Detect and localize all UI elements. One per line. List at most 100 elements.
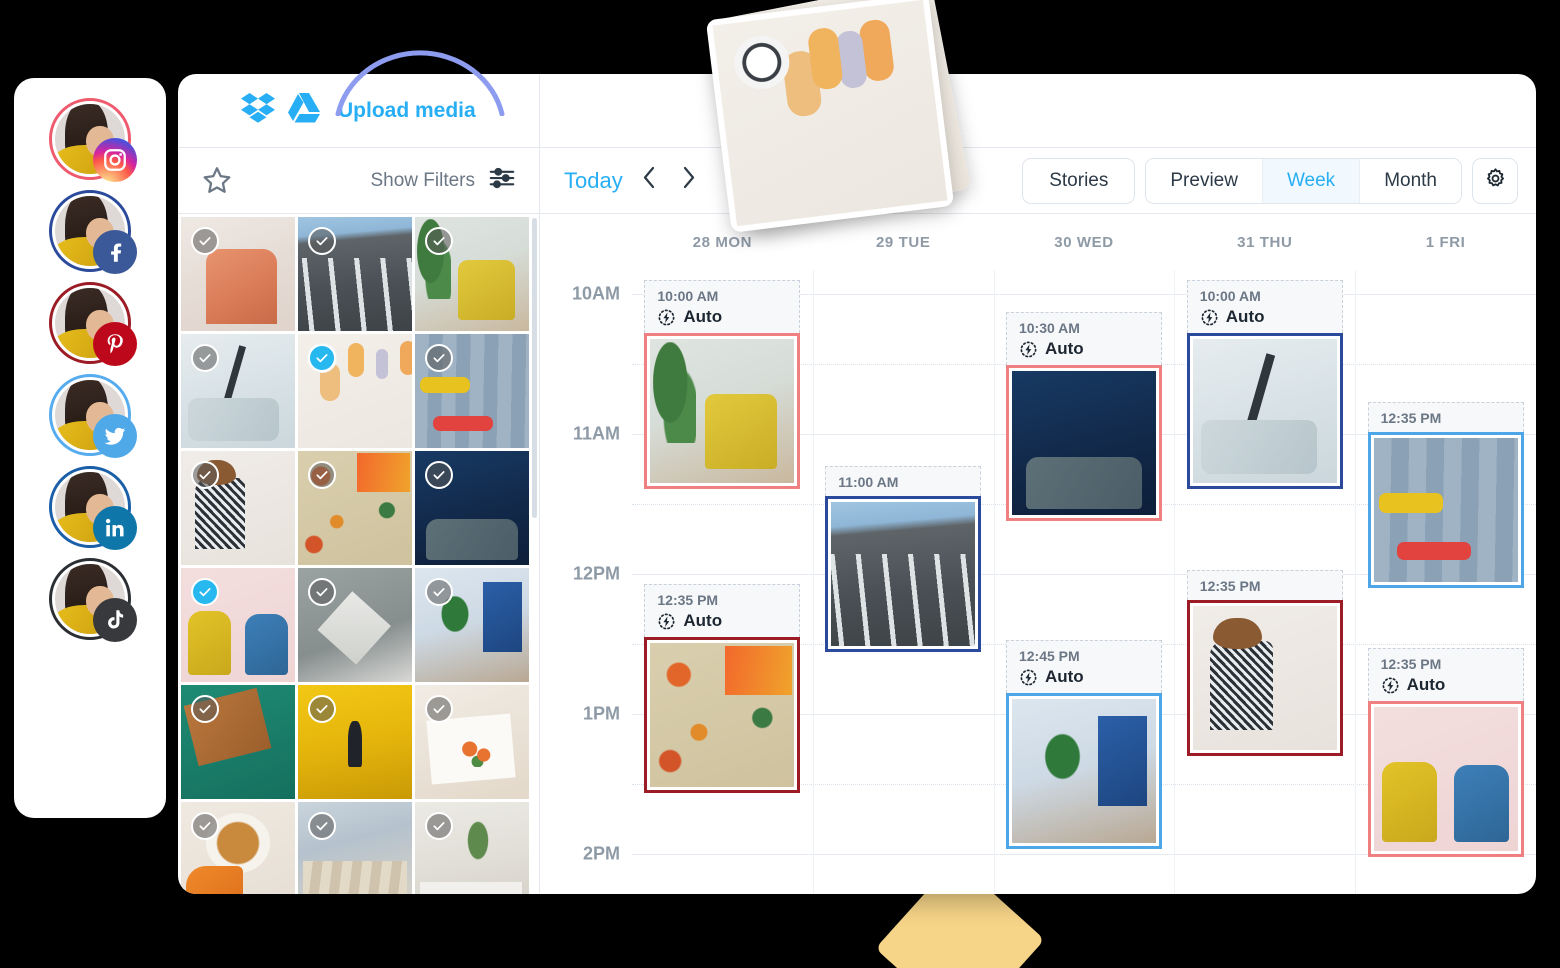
social-account-pinterest[interactable] <box>49 282 137 366</box>
media-tile[interactable] <box>298 802 412 894</box>
event-image-frame[interactable] <box>1367 701 1524 857</box>
today-button[interactable]: Today <box>564 168 623 194</box>
media-tile[interactable] <box>415 568 529 682</box>
media-thumbnail-grid[interactable] <box>178 214 539 894</box>
social-account-linkedin[interactable] <box>49 466 137 550</box>
calendar-view-preview[interactable]: Preview <box>1146 158 1263 203</box>
media-select-check-icon[interactable] <box>308 578 336 606</box>
media-select-check-icon[interactable] <box>425 344 453 372</box>
media-tile[interactable] <box>181 334 295 448</box>
media-select-check-icon[interactable] <box>425 695 453 723</box>
media-tile[interactable] <box>181 802 295 894</box>
media-select-check-icon[interactable] <box>308 461 336 489</box>
calendar-event[interactable]: 10:30 AM Auto <box>1005 312 1162 521</box>
stories-button[interactable]: Stories <box>1022 157 1136 204</box>
event-time: 11:00 AM <box>838 474 899 490</box>
media-tile[interactable] <box>415 802 529 894</box>
filter-sliders-icon[interactable] <box>487 163 517 198</box>
auto-publish-icon <box>1019 340 1038 359</box>
media-select-check-icon[interactable] <box>191 695 219 723</box>
google-drive-icon[interactable] <box>288 93 320 128</box>
event-header: 12:35 PM <box>1186 570 1343 600</box>
media-tile[interactable] <box>298 217 412 331</box>
social-account-twitter[interactable] <box>49 374 137 458</box>
calendar-event[interactable]: 10:00 AM Auto <box>644 280 801 489</box>
calendar-event[interactable]: 10:00 AM Auto <box>1186 280 1343 489</box>
day-column-4[interactable]: 12:35 PM 12:35 PM Auto <box>1355 270 1536 894</box>
day-header-0: 28 MON <box>692 233 753 251</box>
event-image-frame[interactable] <box>644 333 801 489</box>
time-label-2: 12PM <box>572 563 620 584</box>
calendar-event[interactable]: 12:35 PM Auto <box>644 584 801 793</box>
calendar-event[interactable]: 12:45 PM Auto <box>1005 640 1162 849</box>
media-select-check-icon[interactable] <box>191 461 219 489</box>
event-image-frame[interactable] <box>1367 432 1524 588</box>
event-time: 12:35 PM <box>1380 410 1442 426</box>
calendar-event[interactable]: 12:35 PM Auto <box>1367 648 1524 857</box>
media-tile[interactable] <box>181 568 295 682</box>
event-image <box>1192 606 1337 750</box>
calendar-event[interactable]: 11:00 AM <box>825 466 982 652</box>
calendar-event[interactable]: 12:35 PM <box>1186 570 1343 756</box>
media-tile[interactable] <box>415 217 529 331</box>
calendar-scroll-area[interactable]: 10AM 11AM 12PM 1PM 2PM 10:00 AM Auto 12:35 PM A… <box>540 270 1536 894</box>
media-tile[interactable] <box>415 334 529 448</box>
event-auto-label: Auto <box>1044 667 1084 686</box>
media-select-check-icon[interactable] <box>191 344 219 372</box>
media-tile[interactable] <box>181 451 295 565</box>
media-grid-scrollbar[interactable] <box>532 218 537 518</box>
day-header-3: 31 THU <box>1237 233 1293 251</box>
show-filters-control[interactable]: Show Filters <box>370 163 517 198</box>
media-tile[interactable] <box>298 568 412 682</box>
event-image-frame[interactable] <box>1005 693 1162 849</box>
event-image-frame[interactable] <box>825 496 982 652</box>
media-tile[interactable] <box>298 334 412 448</box>
pinterest-icon <box>93 322 137 366</box>
star-icon[interactable] <box>200 164 234 198</box>
media-select-check-icon[interactable] <box>308 227 336 255</box>
calendar-event[interactable]: 12:35 PM <box>1367 402 1524 588</box>
chevron-left-icon[interactable] <box>637 165 662 197</box>
media-select-check-icon[interactable] <box>191 812 219 840</box>
media-select-check-icon[interactable] <box>308 344 336 372</box>
media-select-check-icon[interactable] <box>191 578 219 606</box>
auto-publish-icon <box>1019 668 1038 687</box>
media-select-check-icon[interactable] <box>308 812 336 840</box>
calendar-view-week[interactable]: Week <box>1262 158 1361 203</box>
media-tile[interactable] <box>298 451 412 565</box>
dropbox-icon[interactable] <box>241 93 275 128</box>
media-select-check-icon[interactable] <box>425 227 453 255</box>
media-tile[interactable] <box>181 685 295 799</box>
media-select-check-icon[interactable] <box>425 578 453 606</box>
calendar-settings-button[interactable] <box>1472 157 1518 204</box>
social-account-facebook[interactable] <box>49 190 137 274</box>
calendar-view-segmented: Preview Week Month <box>1145 157 1462 204</box>
event-image-frame[interactable] <box>644 637 801 793</box>
event-time: 12:45 PM <box>1018 648 1080 664</box>
event-image-frame[interactable] <box>1186 600 1343 756</box>
calendar-view-month[interactable]: Month <box>1360 158 1461 203</box>
event-header: 10:00 AM Auto <box>644 280 801 333</box>
media-tile[interactable] <box>181 217 295 331</box>
event-time: 10:00 AM <box>1199 288 1261 304</box>
time-label-1: 11AM <box>572 423 620 444</box>
day-column-2[interactable]: 10:30 AM Auto 12:45 PM Auto <box>994 270 1175 894</box>
event-image-frame[interactable] <box>1005 365 1162 521</box>
chevron-right-icon[interactable] <box>676 165 701 197</box>
media-tile[interactable] <box>298 685 412 799</box>
dragged-media-card[interactable] <box>705 0 971 233</box>
media-select-check-icon[interactable] <box>425 461 453 489</box>
day-column-0[interactable]: 10:00 AM Auto 12:35 PM Auto <box>632 270 813 894</box>
social-account-tiktok[interactable] <box>49 558 137 642</box>
media-tile[interactable] <box>415 451 529 565</box>
social-account-instagram[interactable] <box>49 98 137 182</box>
media-select-check-icon[interactable] <box>191 227 219 255</box>
event-image <box>831 502 976 646</box>
media-tile[interactable] <box>415 685 529 799</box>
event-image-frame[interactable] <box>1186 333 1343 489</box>
media-select-check-icon[interactable] <box>425 812 453 840</box>
media-select-check-icon[interactable] <box>308 695 336 723</box>
day-column-1[interactable]: 11:00 AM <box>813 270 994 894</box>
day-column-3[interactable]: 10:00 AM Auto 12:35 PM <box>1174 270 1355 894</box>
day-header-4: 1 FRI <box>1425 233 1466 251</box>
